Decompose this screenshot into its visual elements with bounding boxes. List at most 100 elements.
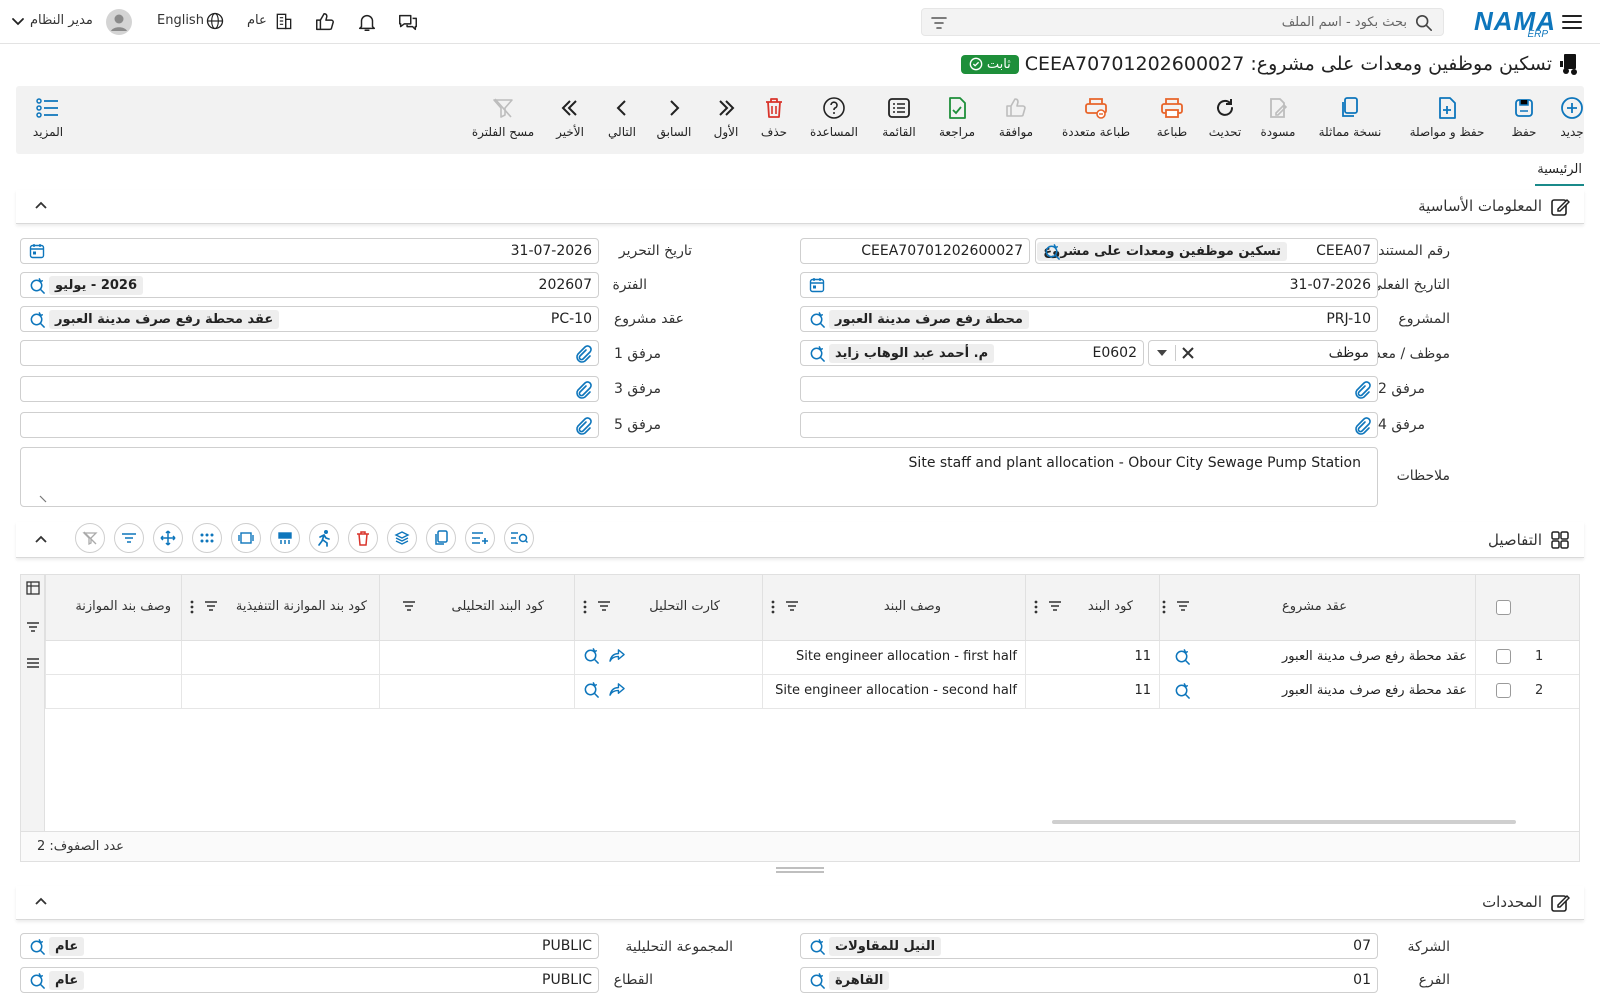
save-button[interactable]: حفظ xyxy=(1504,94,1544,146)
company-field[interactable]: 07 النيل للمقاولات xyxy=(800,933,1378,959)
duplicate-button[interactable]: نسخة مماثلة xyxy=(1310,94,1390,146)
clear-filter-button[interactable]: مسح الفلترة xyxy=(468,94,538,146)
column-filter-icon[interactable] xyxy=(1048,600,1062,612)
search-icon[interactable] xyxy=(1415,14,1433,32)
user-avatar-icon[interactable] xyxy=(106,9,132,35)
search-lookup-icon[interactable] xyxy=(29,277,46,294)
more-button[interactable]: المزيد xyxy=(28,94,68,146)
cell-item-desc[interactable]: Site engineer allocation - first half xyxy=(762,641,1025,674)
doc-number-field[interactable]: CEEA70701202600027 xyxy=(800,238,1030,264)
grid-dots-button[interactable] xyxy=(192,523,222,553)
employee-field[interactable]: E0602 م. أحمد عبد الوهاب زايد xyxy=(800,340,1144,366)
cell-budget-item-desc[interactable] xyxy=(45,675,181,708)
cell-contract[interactable]: عقد محطة رفع صرف مدينة العبور xyxy=(1159,675,1475,708)
attachment4-field[interactable] xyxy=(800,412,1378,438)
cell-item-code[interactable]: 11 xyxy=(1025,641,1159,674)
table-row[interactable]: 2 عقد محطة رفع صرف مدينة العبور 11 Site … xyxy=(45,675,1579,709)
save-continue-button[interactable]: حفظ و مواصلة xyxy=(1402,94,1492,146)
column-menu-icon[interactable] xyxy=(583,600,587,614)
cell-analytic-item-code[interactable] xyxy=(379,641,574,674)
column-header-exec-budget-code[interactable]: كود بند الموازنة التنفيذية xyxy=(181,575,379,641)
new-button[interactable]: جديد xyxy=(1554,94,1590,146)
column-filter-icon[interactable] xyxy=(597,600,611,612)
column-filter-icon[interactable] xyxy=(402,600,416,612)
cell-analysis-card[interactable] xyxy=(574,641,762,674)
grid-search-button[interactable] xyxy=(504,523,534,553)
paperclip-icon[interactable] xyxy=(574,381,592,399)
refresh-button[interactable]: تحديث xyxy=(1204,94,1246,146)
paperclip-icon[interactable] xyxy=(1353,381,1371,399)
grid-layers-button[interactable] xyxy=(387,523,417,553)
search-lookup-icon[interactable] xyxy=(29,972,46,989)
help-button[interactable]: المساعدة xyxy=(804,94,864,146)
search-lookup-icon[interactable] xyxy=(583,647,600,664)
grid-run-button[interactable] xyxy=(309,523,339,553)
list-button[interactable]: القائمة xyxy=(876,94,922,146)
notification-bell-icon[interactable] xyxy=(356,11,378,33)
column-filter-icon[interactable] xyxy=(1176,600,1190,612)
delete-button[interactable]: حذف xyxy=(756,94,792,146)
resize-splitter-handle[interactable] xyxy=(776,866,824,874)
filter-lines-icon[interactable] xyxy=(26,621,40,633)
column-menu-icon[interactable] xyxy=(1162,600,1166,614)
calendar-icon[interactable] xyxy=(29,243,45,259)
column-header-budget-item-desc[interactable]: وصف بند الموازنة xyxy=(45,575,181,641)
grid-move-button[interactable] xyxy=(153,523,183,553)
column-filter-icon[interactable] xyxy=(785,600,799,612)
column-header-analysis-card[interactable]: كارت التحليل xyxy=(574,575,762,641)
search-lookup-icon[interactable] xyxy=(29,938,46,955)
search-lookup-icon[interactable] xyxy=(809,938,826,955)
last-record-button[interactable]: الأخير xyxy=(550,94,590,146)
chevron-down-icon[interactable] xyxy=(10,14,26,30)
notes-textarea[interactable]: Site staff and plant allocation - Obour … xyxy=(20,447,1378,507)
cell-item-desc[interactable]: Site engineer allocation - second half xyxy=(762,675,1025,708)
project-contract-field[interactable]: PC-10 عقد محطة رفع صرف مدينة العبور xyxy=(20,306,599,332)
basic-info-section-header[interactable]: المعلومات الأساسية xyxy=(16,190,1584,224)
column-filter-icon[interactable] xyxy=(204,600,218,612)
branch-field[interactable]: 01 القاهرة xyxy=(800,967,1378,993)
attachment5-field[interactable] xyxy=(20,412,599,438)
column-header-analytic-item-code[interactable]: كود البند التحليلى xyxy=(379,575,574,641)
grid-merge-button[interactable] xyxy=(270,523,300,553)
chevron-up-icon[interactable] xyxy=(34,895,48,909)
period-field[interactable]: 202607 2026 - يوليو xyxy=(20,272,599,298)
horizontal-scrollbar[interactable] xyxy=(1052,820,1516,824)
multi-print-button[interactable]: طباعة متعددة xyxy=(1052,94,1140,146)
dimensions-section-header[interactable]: المحددات xyxy=(16,886,1584,920)
search-lookup-icon[interactable] xyxy=(809,345,826,362)
next-record-button[interactable]: التالي xyxy=(602,94,642,146)
globe-icon[interactable] xyxy=(205,11,227,33)
sector-field[interactable]: PUBLIC عام xyxy=(20,967,599,993)
table-row[interactable]: 1 عقد محطة رفع صرف مدينة العبور 11 Site … xyxy=(45,641,1579,675)
table-settings-icon[interactable] xyxy=(26,581,40,595)
user-name[interactable]: مدير النظام xyxy=(30,13,93,28)
search-lookup-icon[interactable] xyxy=(1174,682,1191,699)
approve-button[interactable]: موافقة xyxy=(992,94,1040,146)
chat-icon[interactable] xyxy=(397,11,419,33)
attachment3-field[interactable] xyxy=(20,376,599,402)
paperclip-icon[interactable] xyxy=(574,345,592,363)
first-record-button[interactable]: الأول xyxy=(708,94,744,146)
search-lookup-icon[interactable] xyxy=(583,681,600,698)
project-field[interactable]: PRJ-10 محطة رفع صرف مدينة العبور xyxy=(800,306,1378,332)
search-input[interactable] xyxy=(967,12,1407,32)
doc-type-field[interactable]: CEEA07 تسكين موظفين ومعدات على مشروع xyxy=(1035,238,1378,264)
menu-lines-icon[interactable] xyxy=(26,657,40,669)
draft-button[interactable]: مسودة xyxy=(1256,94,1300,146)
caret-down-icon[interactable] xyxy=(1157,350,1167,356)
previous-record-button[interactable]: السابق xyxy=(652,94,696,146)
actual-date-field[interactable]: 31-07-2026 xyxy=(800,272,1378,298)
paperclip-icon[interactable] xyxy=(1353,417,1371,435)
row-checkbox[interactable] xyxy=(1496,683,1511,698)
row-checkbox[interactable] xyxy=(1496,649,1511,664)
column-menu-icon[interactable] xyxy=(190,600,194,614)
attachment1-field[interactable] xyxy=(20,340,599,366)
cell-exec-budget-code[interactable] xyxy=(181,641,379,674)
share-arrow-icon[interactable] xyxy=(609,682,626,697)
column-header-item-code[interactable]: كود البند xyxy=(1025,575,1159,641)
cell-item-code[interactable]: 11 xyxy=(1025,675,1159,708)
print-button[interactable]: طباعة xyxy=(1152,94,1192,146)
issue-date-field[interactable]: 31-07-2026 xyxy=(20,238,599,264)
chevron-up-icon[interactable] xyxy=(34,533,48,547)
cell-contract[interactable]: عقد محطة رفع صرف مدينة العبور xyxy=(1159,641,1475,674)
